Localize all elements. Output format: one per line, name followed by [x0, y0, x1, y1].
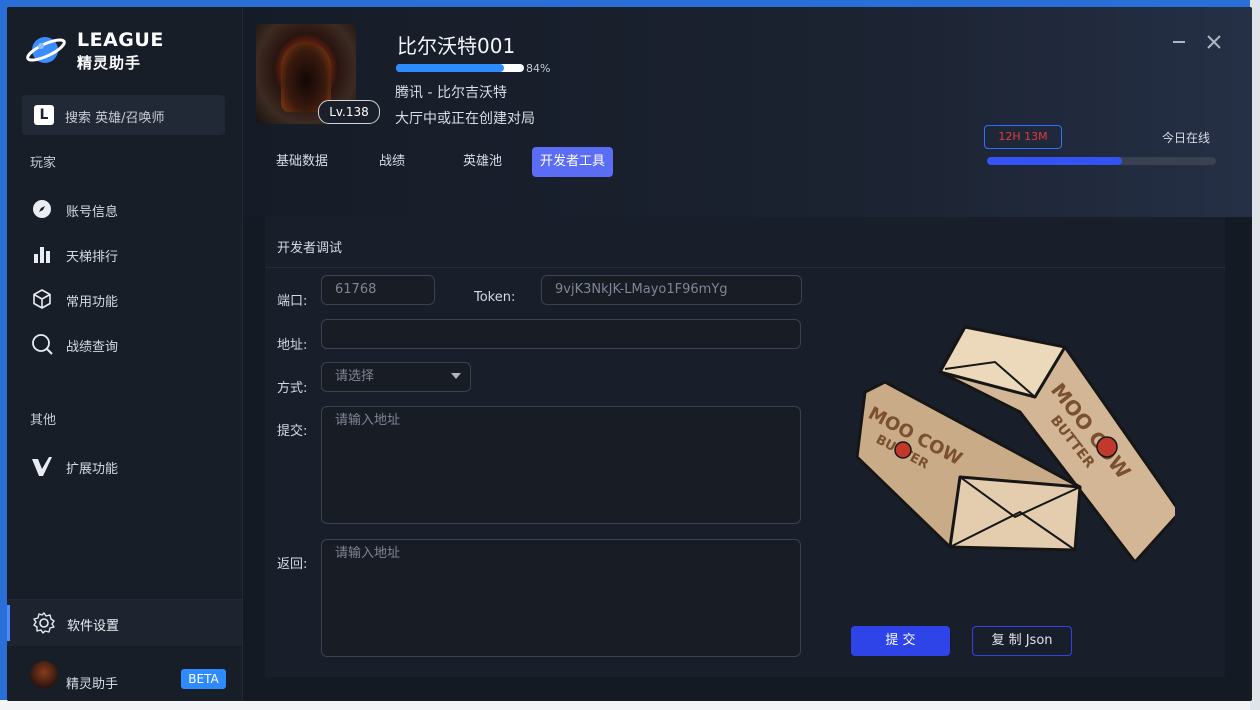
- desktop-taskbar-strip: [0, 700, 1260, 710]
- divider: [265, 267, 1225, 268]
- submit-button[interactable]: 提 交: [851, 626, 950, 656]
- sidebar-item-label: 扩展功能: [66, 462, 119, 477]
- online-time-fill: [987, 157, 1123, 165]
- bar-chart-icon: [34, 247, 50, 263]
- sidebar-item-account[interactable]: 账号信息: [31, 195, 231, 225]
- server-name: 腾讯 - 比尔吉沃特: [395, 85, 507, 101]
- section-other-label: 其他: [30, 413, 57, 428]
- app-footer: 精灵助手 BETA: [7, 653, 242, 701]
- settings-label: 软件设置: [67, 619, 120, 634]
- sidebar-item-settings[interactable]: 软件设置: [7, 599, 242, 646]
- active-indicator: [7, 605, 10, 641]
- submit-body-placeholder: 请输入地址: [335, 413, 401, 428]
- submit-body-label: 提交:: [277, 424, 308, 439]
- planet-logo-icon: [26, 37, 66, 63]
- submit-body-textarea[interactable]: 请输入地址: [321, 406, 801, 524]
- app-window: LEAGUE 精灵助手 L 搜索 英雄/召唤师 玩家 账号信息 天梯排行 常用功…: [7, 7, 1252, 701]
- sidebar-item-label: 账号信息: [66, 205, 119, 220]
- developer-debug-panel: 开发者调试 端口: 61768 Token: 9vjK3NkJK-LMayo1F…: [265, 217, 1225, 677]
- brand-name: LEAGUE: [77, 29, 164, 51]
- brand-subtitle: 精灵助手: [77, 54, 142, 72]
- method-select-placeholder: 请选择: [335, 369, 375, 384]
- sidebar-item-label: 战绩查询: [66, 340, 119, 355]
- token-input[interactable]: 9vjK3NkJK-LMayo1F96mYg: [541, 275, 802, 305]
- footer-app-name: 精灵助手: [66, 677, 119, 692]
- player-status: 大厅中或正在创建对局: [395, 111, 535, 127]
- method-select[interactable]: 请选择: [321, 362, 471, 392]
- search-box[interactable]: L 搜索 英雄/召唤师: [22, 95, 225, 135]
- profile-header: Lv.138 比尔沃特001 84% 腾讯 - 比尔吉沃特 大厅中或正在创建对局…: [243, 7, 1252, 217]
- beta-badge: BETA: [181, 669, 226, 689]
- online-time-bar: [987, 157, 1216, 165]
- level-progress-bar: [396, 64, 524, 72]
- sidebar-item-label: 天梯排行: [66, 250, 119, 265]
- response-placeholder: 请输入地址: [335, 546, 401, 561]
- port-label: 端口:: [277, 294, 308, 309]
- level-badge: Lv.138: [318, 100, 380, 124]
- level-progress-fill: [396, 64, 504, 72]
- avatar: [30, 661, 58, 689]
- butter-box-illustration: MOO COW BUTTER MOO COW BUTTER: [855, 325, 1175, 562]
- sidebar-item-match-query[interactable]: 战绩查询: [31, 330, 231, 360]
- tab-developer-tools[interactable]: 开发者工具: [532, 147, 614, 177]
- sidebar-item-common[interactable]: 常用功能: [31, 285, 231, 315]
- method-label: 方式:: [277, 381, 308, 396]
- response-label: 返回:: [277, 557, 308, 572]
- tab-match-history[interactable]: 战绩: [379, 147, 405, 177]
- chevron-down-icon: [451, 373, 461, 379]
- address-input[interactable]: [321, 319, 801, 349]
- level-progress-text: 84%: [526, 62, 551, 75]
- address-label: 地址:: [277, 338, 308, 353]
- close-icon[interactable]: [1205, 33, 1223, 51]
- sidebar-item-extensions[interactable]: 扩展功能: [31, 452, 231, 482]
- sidebar-item-label: 常用功能: [66, 295, 119, 310]
- token-label: Token:: [474, 290, 516, 305]
- sidebar-item-ladder[interactable]: 天梯排行: [31, 240, 231, 270]
- summoner-name: 比尔沃特001: [397, 34, 516, 58]
- online-today-label: 今日在线: [1162, 131, 1211, 145]
- l-logo-icon: L: [34, 105, 54, 125]
- panel-title: 开发者调试: [277, 241, 343, 256]
- sidebar: LEAGUE 精灵助手 L 搜索 英雄/召唤师 玩家 账号信息 天梯排行 常用功…: [7, 7, 243, 701]
- minimize-icon[interactable]: [1172, 35, 1186, 49]
- app-logo: LEAGUE 精灵助手: [25, 29, 165, 72]
- online-time-badge: 12H 13M: [984, 125, 1062, 149]
- response-textarea[interactable]: 请输入地址: [321, 539, 801, 657]
- v-logo-icon: [32, 457, 52, 476]
- port-input[interactable]: 61768: [321, 275, 435, 305]
- search-label: 搜索 英雄/召唤师: [65, 111, 165, 126]
- compass-icon: [33, 200, 51, 218]
- cube-icon: [33, 289, 51, 309]
- gear-icon: [33, 612, 55, 634]
- tab-basic-data[interactable]: 基础数据: [276, 147, 328, 177]
- tab-champion-pool[interactable]: 英雄池: [463, 147, 502, 177]
- magnifier-icon: [32, 334, 53, 355]
- copy-json-button[interactable]: 复 制 Json: [972, 626, 1072, 656]
- section-player-label: 玩家: [30, 156, 57, 171]
